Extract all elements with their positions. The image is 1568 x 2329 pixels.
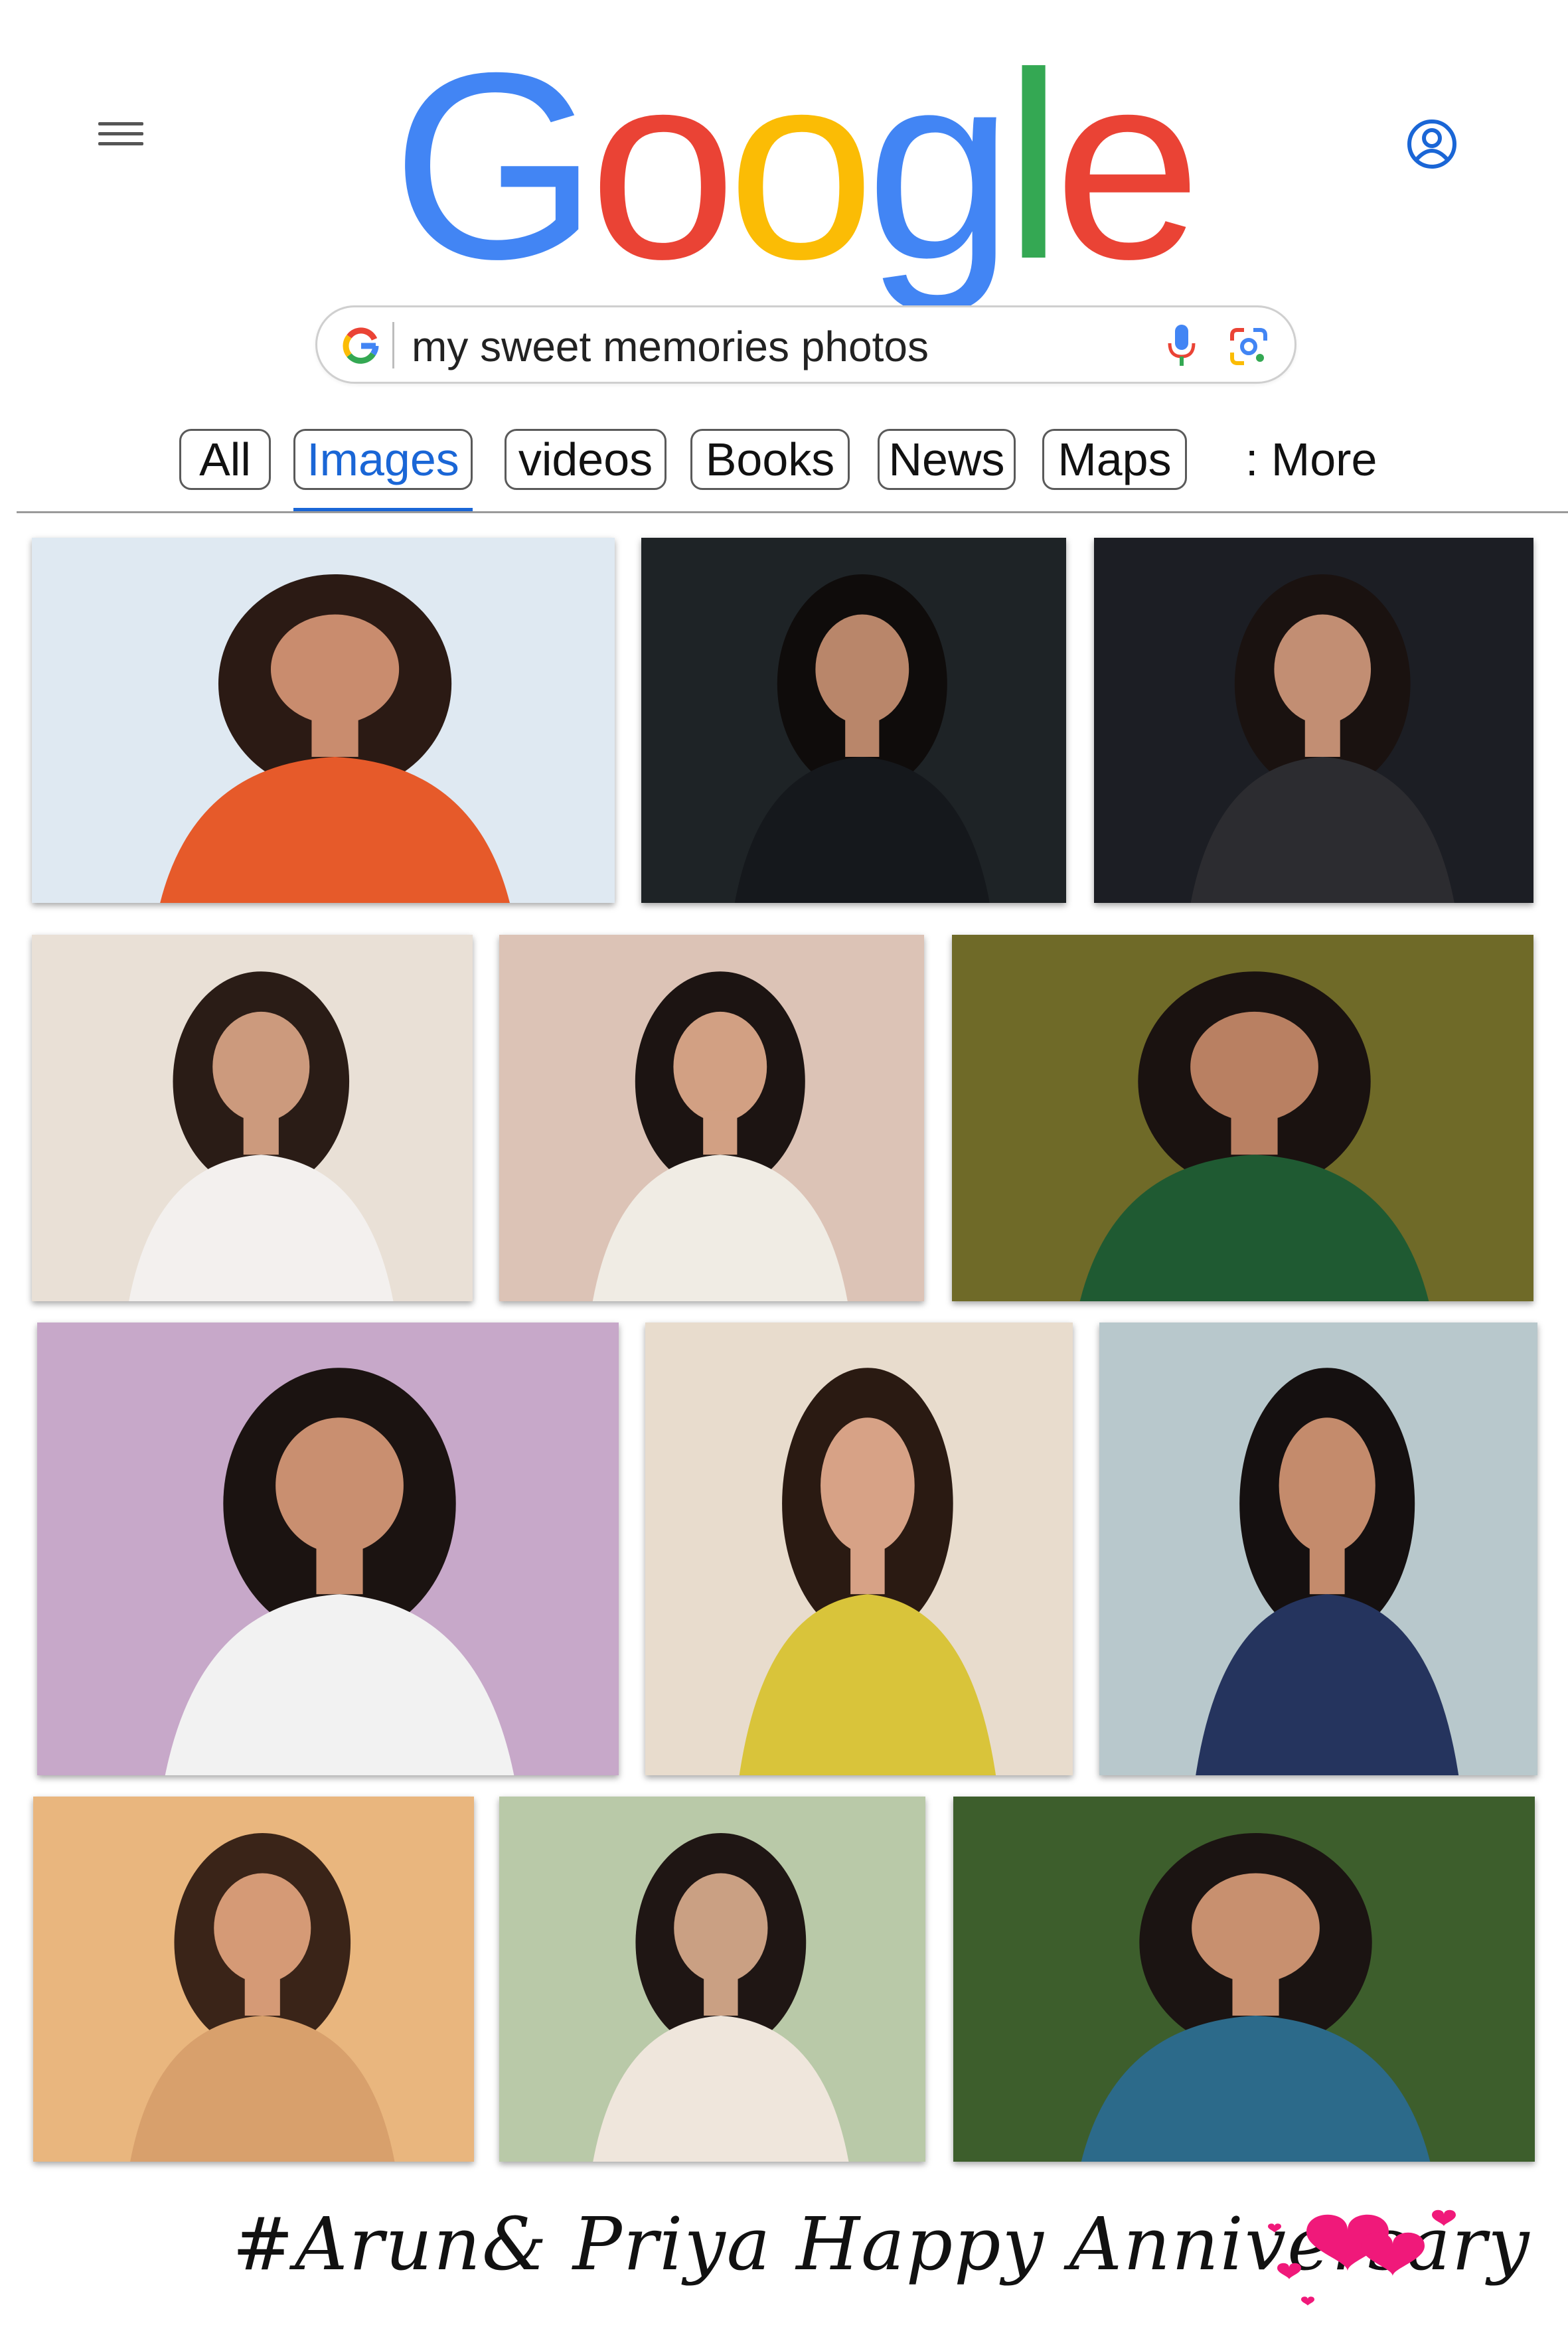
photo-thumbnail bbox=[1099, 1323, 1537, 1775]
image-result-9[interactable] bbox=[1099, 1323, 1537, 1775]
search-bar[interactable]: my sweet memories photos bbox=[315, 305, 1296, 384]
photo-thumbnail bbox=[499, 935, 924, 1301]
search-input[interactable]: my sweet memories photos bbox=[412, 323, 929, 370]
search-divider bbox=[392, 322, 394, 368]
logo-letter: e bbox=[1054, 17, 1202, 314]
image-result-7[interactable] bbox=[37, 1323, 619, 1775]
hearts-icon bbox=[1248, 2191, 1460, 2317]
photo-thumbnail bbox=[499, 1797, 925, 2162]
account-circle-icon[interactable] bbox=[1406, 118, 1458, 170]
image-result-12[interactable] bbox=[953, 1797, 1535, 2162]
photo-thumbnail bbox=[32, 538, 615, 903]
logo-letter: l bbox=[1004, 17, 1063, 314]
tab-news[interactable]: News bbox=[878, 429, 1016, 490]
google-lens-icon[interactable] bbox=[1228, 326, 1269, 367]
google-logo: Google bbox=[392, 17, 1202, 314]
heart-shape bbox=[1361, 2232, 1425, 2277]
tab-images[interactable]: Images bbox=[293, 429, 473, 490]
logo-letter: o bbox=[589, 17, 737, 314]
heart-shape bbox=[1432, 2209, 1456, 2227]
hamburger-menu-icon[interactable] bbox=[98, 122, 143, 149]
photo-thumbnail bbox=[952, 935, 1533, 1301]
photo-thumbnail bbox=[641, 538, 1066, 903]
heart-shape bbox=[1301, 2296, 1314, 2306]
photo-thumbnail bbox=[953, 1797, 1535, 2162]
image-result-5[interactable] bbox=[499, 935, 924, 1301]
image-result-8[interactable] bbox=[645, 1323, 1073, 1775]
image-result-1[interactable] bbox=[32, 538, 615, 903]
tab-videos[interactable]: videos bbox=[505, 429, 666, 490]
anniversary-caption: #Arun& Priya Happy Anniversary bbox=[232, 2202, 1531, 2287]
logo-letter: g bbox=[866, 17, 1014, 314]
tab-books[interactable]: Books bbox=[690, 429, 850, 490]
tab-maps[interactable]: Maps bbox=[1042, 429, 1187, 490]
heart-shape bbox=[1268, 2223, 1281, 2233]
photo-thumbnail bbox=[37, 1323, 619, 1775]
photo-thumbnail bbox=[645, 1323, 1073, 1775]
heart-shape bbox=[1277, 2263, 1301, 2280]
photo-thumbnail bbox=[1094, 538, 1533, 903]
image-result-4[interactable] bbox=[32, 935, 473, 1301]
image-result-10[interactable] bbox=[33, 1797, 474, 2162]
photo-thumbnail bbox=[32, 935, 473, 1301]
image-result-3[interactable] bbox=[1094, 538, 1533, 903]
tab-all[interactable]: All bbox=[179, 429, 271, 490]
image-result-11[interactable] bbox=[499, 1797, 925, 2162]
google-g-icon bbox=[343, 327, 380, 364]
microphone-icon[interactable] bbox=[1166, 323, 1198, 368]
image-result-2[interactable] bbox=[641, 538, 1066, 903]
logo-letter: o bbox=[727, 17, 876, 314]
photo-thumbnail bbox=[33, 1797, 474, 2162]
header-divider bbox=[17, 511, 1568, 513]
more-menu[interactable]: : More bbox=[1245, 429, 1377, 490]
logo-letter: G bbox=[392, 17, 598, 314]
image-result-6[interactable] bbox=[952, 935, 1533, 1301]
